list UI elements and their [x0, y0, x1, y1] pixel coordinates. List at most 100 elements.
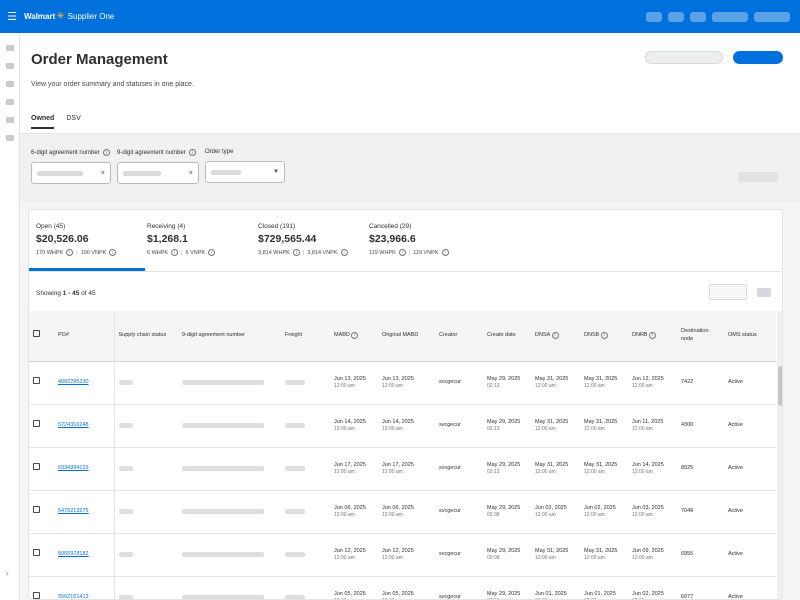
col-mabd[interactable]: MABD i	[330, 311, 378, 362]
summary-open[interactable]: Open (45) $20,526.06 170 WHPK i | 100 VNP…	[36, 223, 117, 256]
nav-icon[interactable]	[5, 117, 14, 123]
col-create-date[interactable]: Create date	[483, 311, 531, 362]
table-row[interactable]: 5065978182 Jun 12, 2025 12:00 am Jun 12, …	[29, 533, 776, 576]
dnsb-cell: May 31, 2025 12:00 am	[584, 547, 618, 561]
create-date-cell: May 29, 202502:08	[487, 590, 521, 599]
results-count: Showing 1 - 45 of 45	[36, 290, 96, 297]
apps-icon[interactable]	[690, 11, 706, 22]
col-oms-status[interactable]: OMS status	[724, 311, 776, 362]
filter-action[interactable]	[738, 172, 778, 182]
info-icon[interactable]: i	[649, 331, 657, 339]
topbar-actions	[646, 11, 790, 22]
nav-icon[interactable]	[5, 63, 14, 69]
table-row[interactable]: 5562151413 Jun 05, 202512:00 am Jun 05, …	[29, 576, 776, 599]
info-icon[interactable]: i	[66, 249, 74, 256]
row-checkbox[interactable]	[33, 420, 40, 428]
info-icon[interactable]: i	[188, 149, 196, 156]
col-freight[interactable]: Freight	[281, 311, 330, 362]
row-checkbox[interactable]	[33, 377, 40, 385]
info-icon[interactable]: i	[398, 249, 406, 256]
summary-cancelled[interactable]: Cancelled (29) $23,966.6 119 WHPK i | 119…	[369, 223, 449, 256]
po-link[interactable]: 5562151413	[58, 594, 89, 599]
table-row[interactable]: 5479213275 Jun 06, 2025 12:00 am Jun 06, …	[29, 490, 776, 533]
oms-status-cell: Active	[728, 422, 743, 429]
expand-nav-icon[interactable]: ›	[6, 569, 9, 578]
destination-node-cell: 6955	[681, 551, 694, 558]
user-account-menu[interactable]	[712, 11, 748, 22]
col-agreement-number[interactable]: 9-digit agreement number	[178, 311, 281, 362]
dnsb-cell: May 31, 2025 12:00 am	[584, 461, 618, 475]
dnsa-cell: May 31, 2025 12:00 am	[535, 547, 569, 561]
orders-table: PO# Supply chain status 9-digit agreemen…	[29, 311, 776, 599]
download-icon[interactable]	[757, 288, 771, 297]
destination-node-cell: 4300	[681, 422, 694, 429]
destination-node-cell: 7422	[681, 379, 694, 386]
menu-icon[interactable]: ☰	[2, 10, 22, 23]
nine-digit-input[interactable]: ×	[117, 162, 199, 184]
col-supply-chain-status[interactable]: Supply chain status	[114, 311, 178, 362]
info-icon[interactable]: i	[340, 249, 348, 256]
summary-receiving[interactable]: Receiving (4) $1,268.1 6 WHPK i | 6 VNPK i	[147, 223, 216, 256]
col-creator[interactable]: Creator	[435, 311, 483, 362]
six-digit-input[interactable]: ×	[31, 162, 111, 184]
input-value	[37, 170, 83, 176]
info-icon[interactable]: i	[208, 249, 216, 256]
divider	[29, 271, 782, 272]
select-all-checkbox[interactable]	[33, 330, 40, 338]
supplier-selector[interactable]	[754, 11, 790, 22]
table-scrollbar[interactable]	[777, 311, 782, 599]
info-icon[interactable]: i	[600, 331, 608, 339]
tab-dsv[interactable]: DSV	[66, 115, 80, 129]
oms-status-cell: Active	[728, 551, 743, 558]
info-icon[interactable]: i	[102, 149, 110, 156]
home-icon[interactable]	[5, 45, 14, 51]
creator-cell: svcgecur	[439, 422, 462, 429]
row-checkbox[interactable]	[33, 506, 40, 514]
col-po[interactable]: PO#	[54, 311, 115, 362]
primary-action-button[interactable]	[733, 51, 783, 64]
help-icon[interactable]	[668, 11, 684, 22]
info-icon[interactable]: i	[351, 331, 359, 339]
summary-closed[interactable]: Closed (191) $729,565.44 3,814 WHPK i | 3…	[258, 223, 348, 256]
row-checkbox[interactable]	[33, 592, 40, 599]
table-row[interactable]: 5334394129 Jun 17, 2025 12:00 am Jun 17, …	[29, 447, 776, 490]
notifications-icon[interactable]	[646, 11, 662, 22]
table-row[interactable]: 4082295330 Jun 13, 2025 12:00 am Jun 13, …	[29, 361, 776, 404]
col-destination-node[interactable]: Destination node	[677, 311, 724, 362]
info-icon[interactable]: i	[551, 331, 559, 339]
walmart-logo[interactable]: Walmart	[24, 12, 55, 21]
creator-cell: svcgecur	[439, 551, 462, 558]
row-checkbox[interactable]	[33, 463, 40, 471]
col-dnrb[interactable]: DNRB i	[628, 311, 677, 362]
order-type-select[interactable]: ▼	[205, 161, 285, 183]
po-link[interactable]: 5065978182	[58, 551, 89, 557]
nine-digit-filter: 9-digit agreement number i ×	[117, 149, 199, 184]
col-original-mabd[interactable]: Original MABD	[378, 311, 435, 362]
table-settings-button[interactable]	[709, 284, 747, 300]
info-icon[interactable]: i	[441, 249, 449, 256]
clear-icon[interactable]: ×	[189, 170, 193, 177]
table-row[interactable]: 5724316248 Jun 14, 2025 12:00 am Jun 14, …	[29, 404, 776, 447]
secondary-action-button[interactable]	[645, 51, 723, 64]
create-date-cell: May 29, 2025 02:13	[487, 418, 521, 432]
nav-icon[interactable]	[5, 99, 14, 105]
col-dnsb[interactable]: DNSB i	[580, 311, 628, 362]
po-link[interactable]: 5479213275	[58, 508, 89, 514]
tab-owned[interactable]: Owned	[31, 115, 55, 129]
six-digit-filter: 6-digit agreement number i ×	[31, 149, 111, 184]
info-icon[interactable]: i	[109, 249, 117, 256]
po-link[interactable]: 5334394129	[58, 465, 89, 471]
col-dnsa[interactable]: DNSA i	[531, 311, 580, 362]
clear-icon[interactable]: ×	[101, 170, 105, 177]
nav-icon[interactable]	[5, 135, 14, 141]
orders-card: Open (45) $20,526.06 170 WHPK i | 100 VNP…	[28, 209, 783, 600]
freight	[285, 552, 305, 557]
po-link[interactable]: 4082295330	[58, 379, 89, 385]
scroll-thumb[interactable]	[778, 366, 782, 406]
nav-icon[interactable]	[5, 81, 14, 87]
info-icon[interactable]: i	[171, 249, 179, 256]
row-checkbox[interactable]	[33, 549, 40, 557]
po-link[interactable]: 5724316248	[58, 422, 89, 428]
info-icon[interactable]: i	[292, 249, 300, 256]
create-date-cell: May 29, 202502:08	[487, 504, 521, 518]
